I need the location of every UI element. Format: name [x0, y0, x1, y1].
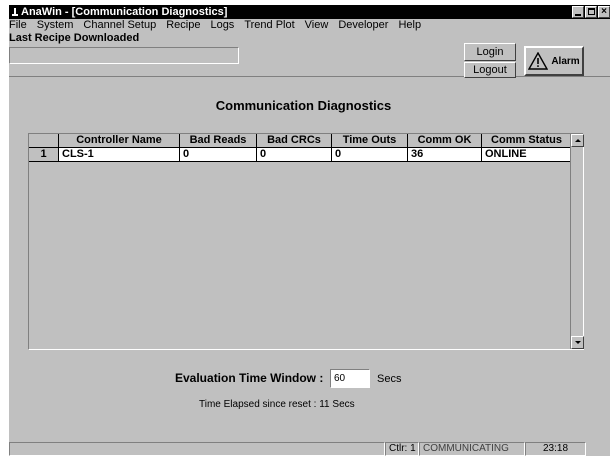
window-title: AnaWin - [Communication Diagnostics]	[21, 6, 228, 18]
menu-help[interactable]: Help	[398, 19, 426, 32]
eval-window-unit: Secs	[377, 373, 402, 385]
status-pane-main	[9, 442, 385, 456]
menu-developer[interactable]: Developer	[338, 19, 393, 32]
eval-window-input[interactable]: 60	[330, 369, 370, 388]
cell-bad-crcs[interactable]: 0	[257, 148, 332, 162]
cell-comm-status[interactable]: ONLINE	[482, 148, 572, 162]
column-header-comm-status[interactable]: Comm Status	[482, 134, 572, 148]
warning-icon	[528, 52, 549, 70]
status-time: 23:18	[525, 442, 586, 456]
row-number[interactable]: 1	[29, 148, 59, 162]
grid-body: Controller Name Bad Reads Bad CRCs Time …	[29, 134, 572, 349]
maximize-icon[interactable]	[585, 6, 597, 18]
cell-bad-reads[interactable]: 0	[180, 148, 257, 162]
login-button[interactable]: Login	[464, 43, 516, 61]
minimize-icon[interactable]	[572, 6, 584, 18]
column-header-time-outs[interactable]: Time Outs	[332, 134, 408, 148]
page-title: Communication Diagnostics	[215, 98, 392, 113]
column-header-index[interactable]	[29, 134, 59, 148]
grid-header-row: Controller Name Bad Reads Bad CRCs Time …	[29, 134, 572, 148]
cell-comm-ok[interactable]: 36	[408, 148, 482, 162]
scroll-up-icon[interactable]	[571, 134, 584, 147]
app-window: AnaWin - [Communication Diagnostics] × F…	[9, 5, 610, 456]
menu-file[interactable]: File	[9, 19, 32, 32]
status-controller: Ctlr: 1	[385, 442, 419, 456]
alarm-button[interactable]: Alarm	[524, 46, 584, 76]
title-bar[interactable]: AnaWin - [Communication Diagnostics] ×	[9, 5, 610, 19]
column-header-comm-ok[interactable]: Comm OK	[408, 134, 482, 148]
status-state: COMMUNICATING	[419, 442, 525, 456]
window-controls: ×	[572, 6, 610, 18]
menu-view[interactable]: View	[305, 19, 334, 32]
cell-controller-name[interactable]: CLS-1	[59, 148, 180, 162]
column-header-bad-crcs[interactable]: Bad CRCs	[257, 134, 332, 148]
close-icon[interactable]: ×	[598, 6, 610, 18]
menu-system[interactable]: System	[37, 19, 79, 32]
recipe-label: Last Recipe Downloaded	[9, 32, 140, 44]
menu-recipe[interactable]: Recipe	[166, 19, 205, 32]
diagnostics-grid: Controller Name Bad Reads Bad CRCs Time …	[28, 133, 584, 350]
main-content: Communication Diagnostics Controller Nam…	[9, 78, 610, 438]
elapsed-time-text: Time Elapsed since reset : 11 Secs	[199, 399, 355, 410]
scroll-down-icon[interactable]	[571, 336, 584, 349]
eval-window-label: Evaluation Time Window :	[175, 371, 324, 385]
status-bar: Ctlr: 1 COMMUNICATING 23:18	[9, 442, 610, 456]
menu-bar: File System Channel Setup Recipe Logs Tr…	[9, 19, 610, 32]
vertical-scrollbar[interactable]	[570, 134, 584, 349]
menu-logs[interactable]: Logs	[210, 19, 239, 32]
alarm-label: Alarm	[551, 55, 580, 67]
column-header-controller-name[interactable]: Controller Name	[59, 134, 180, 148]
app-icon[interactable]	[12, 7, 18, 17]
header-bar: Last Recipe Downloaded Login Logout Alar…	[9, 32, 610, 78]
cell-time-outs[interactable]: 0	[332, 148, 408, 162]
logout-button[interactable]: Logout	[464, 62, 516, 78]
table-row[interactable]: 1 CLS-1 0 0 0 36 ONLINE	[29, 148, 572, 162]
recipe-field	[9, 47, 239, 64]
menu-trend-plot[interactable]: Trend Plot	[244, 19, 299, 32]
menu-channel-setup[interactable]: Channel Setup	[83, 19, 161, 32]
column-header-bad-reads[interactable]: Bad Reads	[180, 134, 257, 148]
